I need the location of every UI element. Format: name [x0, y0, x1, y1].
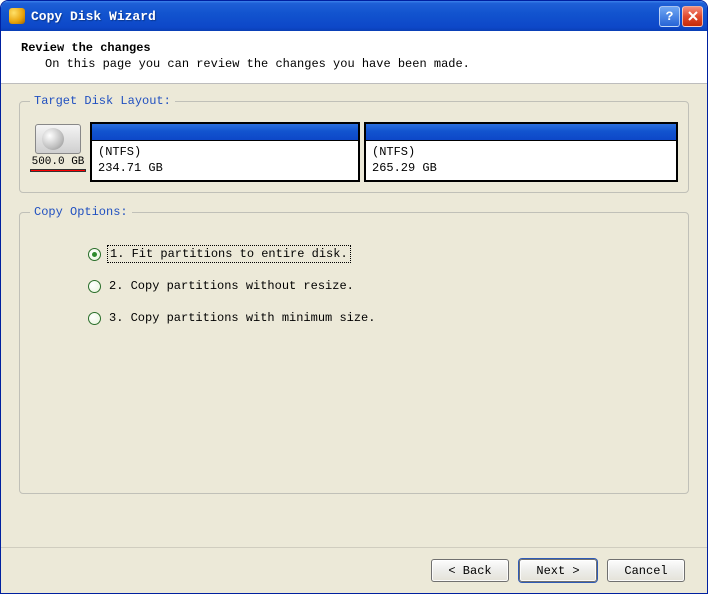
copy-options-list: 1. Fit partitions to entire disk. 2. Cop… — [30, 233, 678, 483]
page-subtitle: On this page you can review the changes … — [21, 57, 687, 71]
copy-options-legend: Copy Options: — [30, 205, 132, 219]
hard-disk-icon — [35, 124, 81, 154]
copy-option-fit-label: 1. Fit partitions to entire disk. — [109, 247, 349, 261]
partition-1[interactable]: (NTFS) 234.71 GB — [90, 122, 360, 182]
partition-1-header — [92, 124, 358, 141]
cancel-button[interactable]: Cancel — [607, 559, 685, 582]
app-icon — [9, 8, 25, 24]
target-disk-layout-legend: Target Disk Layout: — [30, 94, 175, 108]
wizard-content: Target Disk Layout: 500.0 GB (NTFS) 234.… — [1, 84, 707, 547]
partition-1-fs: (NTFS) — [98, 144, 352, 160]
wizard-header: Review the changes On this page you can … — [1, 31, 707, 84]
target-disk-layout-group: Target Disk Layout: 500.0 GB (NTFS) 234.… — [19, 94, 689, 193]
partition-1-size: 234.71 GB — [98, 160, 352, 176]
radio-fit[interactable] — [88, 248, 101, 261]
partition-1-body: (NTFS) 234.71 GB — [92, 141, 358, 180]
titlebar: Copy Disk Wizard ? — [1, 1, 707, 31]
partition-2-body: (NTFS) 265.29 GB — [366, 141, 676, 180]
radio-no-resize[interactable] — [88, 280, 101, 293]
help-button[interactable]: ? — [659, 6, 680, 27]
copy-option-no-resize[interactable]: 2. Copy partitions without resize. — [88, 279, 674, 293]
partition-2[interactable]: (NTFS) 265.29 GB — [364, 122, 678, 182]
disk-capacity-label: 500.0 GB — [30, 156, 86, 168]
wizard-button-bar: < Back Next > Cancel — [1, 547, 707, 593]
page-title: Review the changes — [21, 41, 687, 55]
next-button[interactable]: Next > — [519, 559, 597, 582]
copy-option-no-resize-label: 2. Copy partitions without resize. — [109, 279, 354, 293]
disk-usage-bar — [30, 169, 86, 172]
wizard-window: Copy Disk Wizard ? Review the changes On… — [0, 0, 708, 594]
partition-2-size: 265.29 GB — [372, 160, 670, 176]
partition-2-fs: (NTFS) — [372, 144, 670, 160]
copy-options-group: Copy Options: 1. Fit partitions to entir… — [19, 205, 689, 494]
close-icon — [688, 11, 698, 21]
close-button[interactable] — [682, 6, 703, 27]
disk-layout-row: 500.0 GB (NTFS) 234.71 GB (NTFS) 265.29 … — [30, 122, 678, 182]
titlebar-controls: ? — [659, 6, 703, 27]
copy-option-minimum[interactable]: 3. Copy partitions with minimum size. — [88, 311, 674, 325]
target-disk-icon-cell: 500.0 GB — [30, 122, 86, 182]
partition-2-header — [366, 124, 676, 141]
radio-minimum[interactable] — [88, 312, 101, 325]
copy-option-fit[interactable]: 1. Fit partitions to entire disk. — [88, 247, 674, 261]
back-button[interactable]: < Back — [431, 559, 509, 582]
copy-option-minimum-label: 3. Copy partitions with minimum size. — [109, 311, 375, 325]
window-title: Copy Disk Wizard — [31, 9, 659, 24]
